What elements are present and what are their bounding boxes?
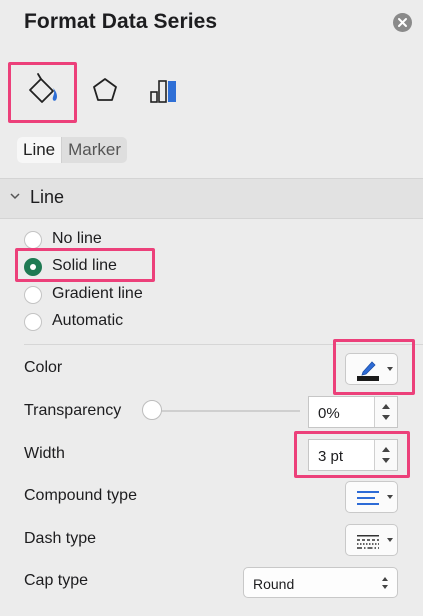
up-down-arrows-icon <box>382 576 388 589</box>
radio-no-line[interactable] <box>24 231 42 249</box>
compound-lines-icon <box>357 491 379 505</box>
gradient-line-label[interactable]: Gradient line <box>52 285 143 303</box>
chevron-down-icon <box>387 367 393 371</box>
radio-automatic[interactable] <box>24 313 42 331</box>
width-field[interactable]: 3 pt <box>308 439 398 471</box>
chevron-down-icon <box>387 538 393 542</box>
dash-type-button[interactable] <box>345 524 398 556</box>
tab-fill-and-line[interactable] <box>24 70 64 110</box>
panel-title: Format Data Series <box>24 10 218 33</box>
chevron-down-icon <box>387 495 393 499</box>
transparency-slider-thumb[interactable] <box>142 400 162 420</box>
tab-series-options[interactable] <box>144 70 184 110</box>
compound-type-button[interactable] <box>345 481 398 513</box>
paint-bucket-icon <box>29 73 57 103</box>
color-label: Color <box>24 359 63 376</box>
transparency-field[interactable]: 0% <box>308 396 398 428</box>
segment-marker[interactable]: Marker <box>62 137 127 163</box>
line-marker-segmented-control: Line Marker <box>17 137 128 163</box>
close-icon <box>398 18 407 27</box>
cap-type-value: Round <box>253 576 295 592</box>
transparency-slider-track[interactable] <box>150 410 300 412</box>
dash-lines-icon <box>357 535 379 549</box>
tab-effects[interactable] <box>85 70 125 110</box>
chevron-down-icon <box>10 193 20 200</box>
pentagon-icon <box>93 78 117 101</box>
no-line-label[interactable]: No line <box>52 230 102 248</box>
close-button[interactable] <box>393 13 412 32</box>
transparency-label: Transparency <box>24 402 122 419</box>
automatic-label[interactable]: Automatic <box>52 312 123 330</box>
cap-type-select[interactable]: Round <box>243 567 398 598</box>
section-label: Line <box>30 187 65 207</box>
width-label: Width <box>24 445 65 462</box>
transparency-stepper[interactable] <box>374 397 397 427</box>
segment-line[interactable]: Line <box>17 137 63 163</box>
radio-gradient-line[interactable] <box>24 286 42 304</box>
color-picker-button[interactable] <box>345 353 398 385</box>
line-section-header[interactable]: Line <box>0 178 423 219</box>
dash-type-label: Dash type <box>24 530 97 547</box>
solid-line-label[interactable]: Solid line <box>52 257 117 275</box>
bar-chart-icon <box>150 80 176 103</box>
compound-type-label: Compound type <box>24 487 137 504</box>
cap-type-label: Cap type <box>24 572 89 589</box>
width-value: 3 pt <box>318 448 344 465</box>
transparency-value: 0% <box>318 405 340 422</box>
pen-color-icon <box>357 361 379 381</box>
radio-solid-line[interactable] <box>24 258 42 276</box>
width-stepper[interactable] <box>374 440 397 470</box>
